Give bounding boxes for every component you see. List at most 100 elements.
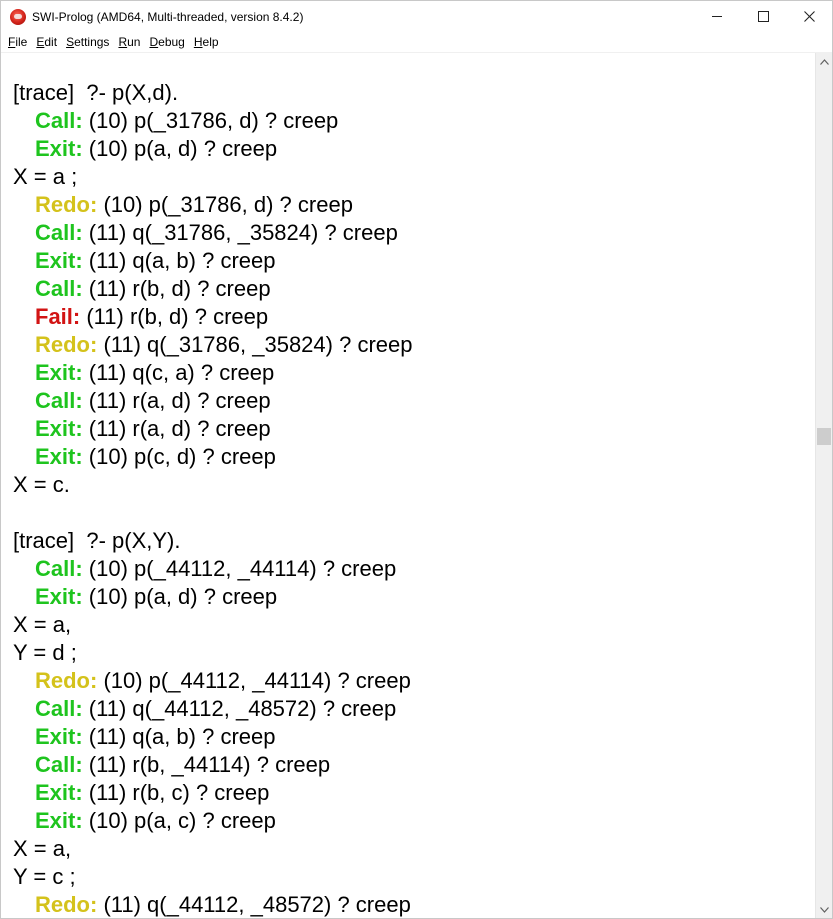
trace-goal-text: (11) q(a, b) ? creep [82, 724, 276, 749]
window-controls [694, 1, 832, 32]
console-line: X = a, [13, 835, 412, 863]
trace-goal-text: (11) r(a, d) ? creep [82, 416, 271, 441]
title-bar[interactable]: SWI-Prolog (AMD64, Multi-threaded, versi… [1, 1, 832, 32]
menu-debug-rest: ebug [158, 35, 185, 49]
minimize-button[interactable] [694, 1, 740, 32]
trace-goal-text: (10) p(c, d) ? creep [82, 444, 276, 469]
trace-port-exit: Exit: [35, 136, 83, 161]
trace-line: Exit: (10) p(a, c) ? creep [13, 807, 412, 835]
trace-port-exit: Exit: [35, 416, 83, 441]
console-text: X = c. [13, 472, 70, 497]
trace-goal-text: (11) q(c, a) ? creep [82, 360, 275, 385]
menu-run-mnemonic: R [118, 35, 128, 49]
trace-line: Exit: (10) p(a, d) ? creep [13, 583, 412, 611]
trace-port-redo: Redo: [35, 892, 98, 917]
trace-port-exit: Exit: [35, 248, 83, 273]
menu-settings-rest: ettings [74, 35, 110, 49]
trace-goal-text: (11) r(b, d) ? creep [82, 276, 271, 301]
swi-prolog-window: SWI-Prolog (AMD64, Multi-threaded, versi… [0, 0, 833, 919]
menu-debug-mnemonic: D [149, 35, 159, 49]
console-text: Y = d ; [13, 640, 77, 665]
trace-port-redo: Redo: [35, 668, 98, 693]
trace-line: Call: (11) r(b, d) ? creep [13, 275, 412, 303]
console-line: [trace] ?- p(X,d). [13, 79, 412, 107]
scroll-up-arrow-icon [819, 58, 829, 65]
trace-line: Redo: (10) p(_44112, _44114) ? creep [13, 667, 412, 695]
minimize-icon [711, 16, 722, 17]
trace-goal-text: (11) q(a, b) ? creep [82, 248, 276, 273]
close-button[interactable] [786, 1, 832, 32]
trace-goal-text: (11) r(b, _44114) ? creep [82, 752, 331, 777]
trace-line: Call: (11) q(_44112, _48572) ? creep [13, 695, 412, 723]
console-output[interactable]: [trace] ?- p(X,d). Call: (10) p(_31786, d… [13, 79, 412, 918]
trace-line: Call: (10) p(_31786, d) ? creep [13, 107, 412, 135]
menu-run-rest: un [127, 35, 141, 49]
menu-help[interactable]: Help [194, 35, 219, 49]
console-text: [trace] ?- p(X,Y). [13, 528, 181, 553]
menu-help-rest: elp [202, 35, 219, 49]
swi-prolog-owl-icon[interactable] [10, 8, 26, 25]
trace-line: Exit: (11) q(c, a) ? creep [13, 359, 412, 387]
trace-port-exit: Exit: [35, 780, 83, 805]
close-icon [803, 11, 815, 22]
trace-port-call: Call: [35, 388, 83, 413]
window-title: SWI-Prolog (AMD64, Multi-threaded, versi… [32, 9, 304, 24]
trace-port-fail: Fail: [35, 304, 81, 329]
scroll-up-button[interactable] [816, 53, 832, 70]
trace-port-redo: Redo: [35, 332, 98, 357]
trace-goal-text: (10) p(a, d) ? creep [82, 136, 278, 161]
trace-line: Call: (11) q(_31786, _35824) ? creep [13, 219, 412, 247]
trace-line: Redo: (11) q(_44112, _48572) ? creep [13, 891, 412, 918]
trace-port-exit: Exit: [35, 808, 83, 833]
vertical-scrollbar[interactable] [815, 53, 832, 918]
menu-debug[interactable]: Debug [149, 35, 184, 49]
console-text: X = a, [13, 836, 72, 861]
trace-line: Call: (11) r(a, d) ? creep [13, 387, 412, 415]
console-area[interactable]: [trace] ?- p(X,d). Call: (10) p(_31786, d… [1, 53, 816, 918]
menu-run[interactable]: Run [118, 35, 140, 49]
scroll-down-arrow-icon [819, 906, 829, 913]
trace-line: Exit: (11) q(a, b) ? creep [13, 247, 412, 275]
trace-port-call: Call: [35, 696, 83, 721]
trace-line: Exit: (10) p(a, d) ? creep [13, 135, 412, 163]
trace-goal-text: (10) p(_31786, d) ? creep [97, 192, 353, 217]
console-line: X = a, [13, 611, 412, 639]
trace-port-exit: Exit: [35, 444, 83, 469]
scrollbar-thumb[interactable] [817, 428, 831, 445]
console-line: X = a ; [13, 163, 412, 191]
scroll-down-button[interactable] [816, 901, 832, 918]
menu-edit-rest: dit [44, 35, 58, 49]
console-text: [trace] ?- p(X,d). [13, 80, 179, 105]
console-text: X = a, [13, 612, 72, 637]
menu-edit[interactable]: Edit [36, 35, 57, 49]
trace-line: Exit: (11) q(a, b) ? creep [13, 723, 412, 751]
trace-goal-text: (10) p(a, c) ? creep [82, 808, 276, 833]
trace-port-redo: Redo: [35, 192, 98, 217]
trace-port-call: Call: [35, 752, 83, 777]
trace-line: Call: (11) r(b, _44114) ? creep [13, 751, 412, 779]
console-line: [trace] ?- p(X,Y). [13, 527, 412, 555]
trace-goal-text: (11) r(a, d) ? creep [82, 388, 271, 413]
menu-settings-mnemonic: S [66, 35, 75, 49]
console-text: X = a ; [13, 164, 78, 189]
menu-settings[interactable]: Settings [66, 35, 109, 49]
trace-goal-text: (10) p(_44112, _44114) ? creep [97, 668, 411, 693]
trace-port-call: Call: [35, 556, 83, 581]
trace-port-exit: Exit: [35, 584, 83, 609]
console-text: Y = c ; [13, 864, 76, 889]
trace-line: Exit: (11) r(a, d) ? creep [13, 415, 412, 443]
console-line: Y = d ; [13, 639, 412, 667]
menu-file-rest: ile [15, 35, 28, 49]
menu-bar: File Edit Settings Run Debug Help [1, 32, 832, 53]
trace-goal-text: (11) q(_31786, _35824) ? creep [97, 332, 413, 357]
console-line: Y = c ; [13, 863, 412, 891]
maximize-icon [757, 11, 769, 22]
trace-goal-text: (11) q(_44112, _48572) ? creep [97, 892, 411, 917]
trace-port-call: Call: [35, 276, 83, 301]
trace-line: Exit: (11) r(b, c) ? creep [13, 779, 412, 807]
trace-port-exit: Exit: [35, 724, 83, 749]
maximize-button[interactable] [740, 1, 786, 32]
menu-file[interactable]: File [8, 35, 27, 49]
trace-goal-text: (10) p(_44112, _44114) ? creep [82, 556, 397, 581]
